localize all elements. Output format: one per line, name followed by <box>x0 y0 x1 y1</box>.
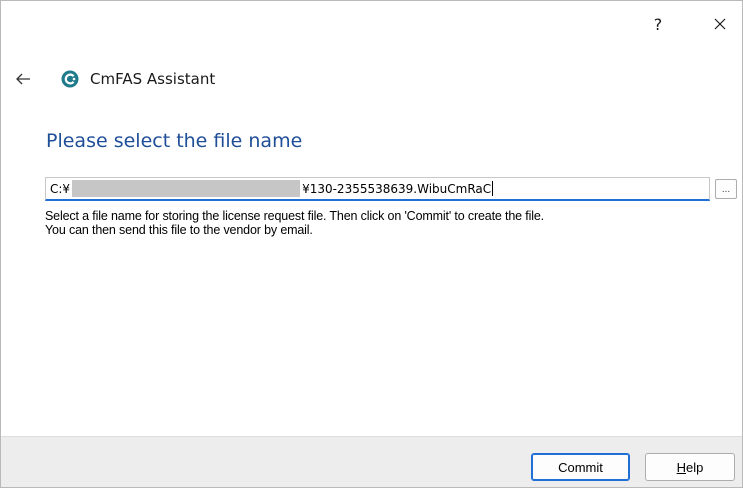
text-caret <box>492 181 494 196</box>
button-bar: Commit Help <box>1 436 742 487</box>
dialog-window: ? CmFAS Assistant Please select the file… <box>0 0 743 488</box>
commit-button[interactable]: Commit <box>531 453 630 481</box>
file-name-input[interactable]: C:¥ ¥130-2355538639.WibuCmRaC <box>45 177 710 201</box>
path-suffix: ¥130-2355538639.WibuCmRaC <box>302 181 492 196</box>
instructions-line-2: You can then send this file to the vendo… <box>45 223 313 237</box>
browse-button[interactable]: ... <box>715 179 737 199</box>
redacted-path-segment <box>72 180 301 197</box>
instructions-line-1: Select a file name for storing the licen… <box>45 209 544 223</box>
help-accelerator: H <box>676 459 687 475</box>
cmfas-logo-icon <box>61 70 79 88</box>
help-glyph: ? <box>653 14 663 34</box>
help-icon[interactable]: ? <box>641 9 675 39</box>
help-button[interactable]: Help <box>645 453 735 481</box>
path-prefix: C:¥ <box>50 181 71 196</box>
help-label-rest: elp <box>686 459 704 475</box>
app-name: CmFAS Assistant <box>90 70 216 88</box>
page-title: Please select the file name <box>46 130 303 152</box>
instructions-text: Select a file name for storing the licen… <box>45 209 735 237</box>
back-arrow-icon[interactable] <box>15 70 33 88</box>
close-x-glyph <box>714 18 726 30</box>
wizard-header: CmFAS Assistant <box>15 67 215 91</box>
close-icon[interactable] <box>703 9 737 39</box>
